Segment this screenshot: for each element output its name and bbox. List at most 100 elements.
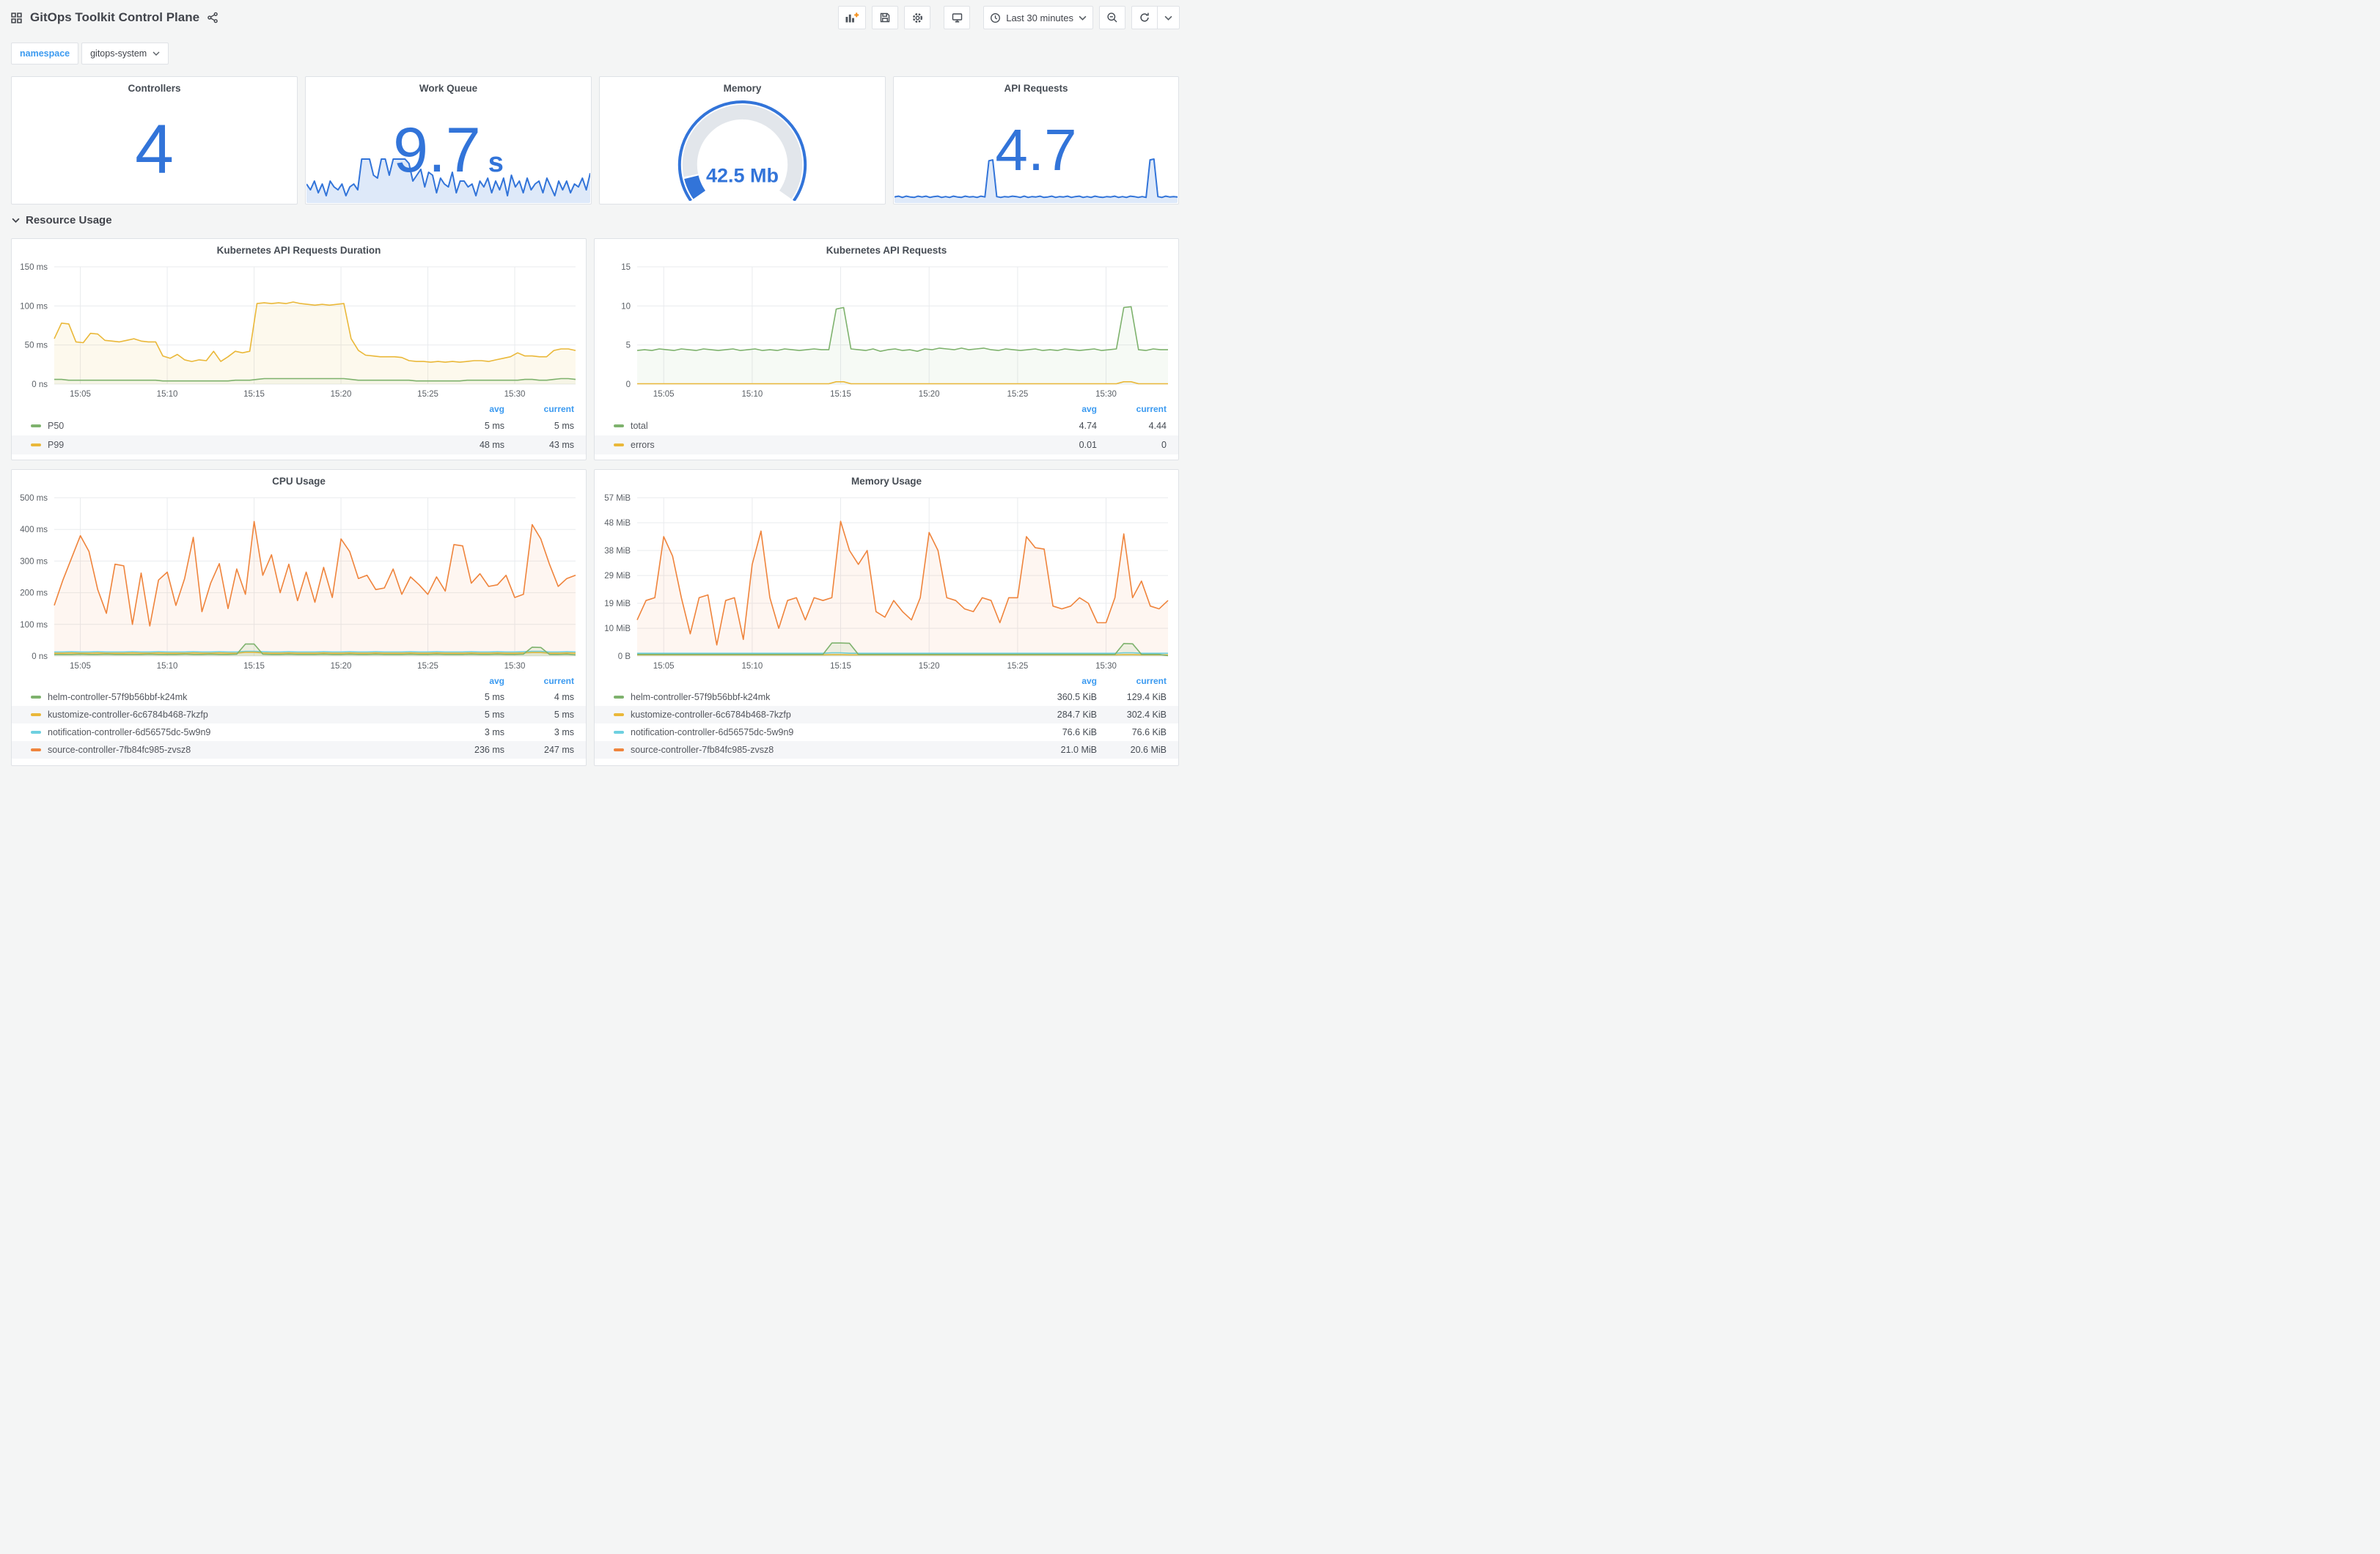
legend-col-avg[interactable]: avg <box>1027 404 1097 414</box>
svg-text:0 ns: 0 ns <box>32 380 48 389</box>
save-dashboard-button[interactable] <box>872 6 899 29</box>
legend: avg current helm-controller-57f9b56bbf-k24… <box>595 674 1178 759</box>
legend-current-value: 5 ms <box>554 421 574 431</box>
legend-series-name[interactable]: notification-controller-6d56575dc-5w9n9 <box>48 727 435 737</box>
panel-title[interactable]: CPU Usage <box>12 470 586 492</box>
section-title: Resource Usage <box>26 214 112 227</box>
legend-col-current[interactable]: current <box>1097 404 1167 414</box>
refresh-button-group <box>1131 6 1180 29</box>
legend-series-name[interactable]: kustomize-controller-6c6784b468-7kzfp <box>48 710 435 720</box>
panel-memory: Memory 42.5 Mb <box>599 76 886 205</box>
time-range-picker[interactable]: Last 30 minutes <box>983 6 1093 29</box>
svg-text:300 ms: 300 ms <box>20 557 48 566</box>
svg-text:15:10: 15:10 <box>157 390 178 399</box>
legend-series-name[interactable]: total <box>631 421 1027 431</box>
legend-series-name[interactable]: helm-controller-57f9b56bbf-k24mk <box>631 692 1027 702</box>
legend-current-value: 247 ms <box>544 745 574 755</box>
magnifier-minus-icon <box>1107 12 1117 23</box>
cpu-usage-chart[interactable]: 0 ns 100 ms 200 ms 300 ms 400 ms 500 ms 15:05 1… <box>12 492 586 672</box>
legend-series-name[interactable]: notification-controller-6d56575dc-5w9n9 <box>631 727 1027 737</box>
svg-text:150 ms: 150 ms <box>20 263 48 272</box>
svg-text:10: 10 <box>621 302 631 311</box>
legend-current-value: 129.4 KiB <box>1126 692 1167 702</box>
legend-series-name[interactable]: kustomize-controller-6c6784b468-7kzfp <box>631 710 1027 720</box>
panel-title[interactable]: Kubernetes API Requests <box>595 239 1178 261</box>
svg-text:15:10: 15:10 <box>742 662 763 671</box>
legend-series-name[interactable]: source-controller-7fb84fc985-zvsz8 <box>48 745 435 755</box>
legend-col-avg[interactable]: avg <box>1027 676 1097 686</box>
panel-title[interactable]: Memory Usage <box>595 470 1178 492</box>
svg-text:15:20: 15:20 <box>331 390 352 399</box>
legend: avg current helm-controller-57f9b56bbf-k24… <box>12 674 586 759</box>
legend-row: source-controller-7fb84fc985-zvsz8 236 ms… <box>12 741 586 759</box>
legend-col-avg[interactable]: avg <box>435 676 504 686</box>
svg-text:15:15: 15:15 <box>830 662 851 671</box>
legend-series-name[interactable]: source-controller-7fb84fc985-zvsz8 <box>631 745 1027 755</box>
legend-current-value: 5 ms <box>554 710 574 720</box>
memory-usage-chart[interactable]: 0 B 10 MiB 19 MiB 29 MiB 38 MiB 48 MiB 57 MiB 1… <box>595 492 1178 672</box>
legend-avg-value: 360.5 KiB <box>1057 692 1097 702</box>
gear-icon <box>912 12 922 23</box>
panel-title[interactable]: Kubernetes API Requests Duration <box>12 239 586 261</box>
row-resource-usage[interactable]: Resource Usage <box>12 214 112 227</box>
clock-icon <box>991 12 1001 23</box>
dashboard-settings-button[interactable] <box>904 6 931 29</box>
refresh-interval-dropdown[interactable] <box>1157 7 1179 29</box>
series-color-dash-icon <box>614 696 624 699</box>
svg-text:15:20: 15:20 <box>331 662 352 671</box>
panel-memory-usage: Memory Usage 0 B 10 MiB 19 MiB 29 MiB 38 MiB… <box>594 469 1179 766</box>
legend-avg-value: 76.6 KiB <box>1062 727 1097 737</box>
legend-current-value: 76.6 KiB <box>1131 727 1167 737</box>
svg-text:15:30: 15:30 <box>1095 390 1117 399</box>
svg-text:48 MiB: 48 MiB <box>604 519 631 528</box>
refresh-button[interactable] <box>1132 7 1157 29</box>
k8s-api-requests-chart[interactable]: 0 5 10 15 15:05 15:10 15:15 15:20 15:25 15:30 <box>595 261 1178 400</box>
svg-text:15:30: 15:30 <box>504 662 526 671</box>
legend-row: errors 0.01 0 <box>595 435 1178 454</box>
legend-col-current[interactable]: current <box>1097 676 1167 686</box>
k8s-api-duration-chart[interactable]: 0 ns 50 ms 100 ms 150 ms 15:05 15:10 15:15 15:2… <box>12 261 586 400</box>
chevron-down-icon <box>12 218 20 223</box>
legend-col-current[interactable]: current <box>504 404 574 414</box>
legend-row: total 4.74 4.44 <box>595 416 1178 435</box>
legend-current-value: 43 ms <box>548 440 574 450</box>
refresh-icon <box>1140 12 1149 22</box>
legend-row: P50 5 ms 5 ms <box>12 416 586 435</box>
legend-avg-value: 0.01 <box>1079 440 1097 450</box>
legend-series-name[interactable]: P50 <box>48 421 435 431</box>
panel-controllers: Controllers 4 <box>11 76 298 205</box>
svg-text:15:20: 15:20 <box>919 662 940 671</box>
svg-text:29 MiB: 29 MiB <box>604 572 631 581</box>
svg-text:5: 5 <box>626 342 631 350</box>
svg-text:15:05: 15:05 <box>653 390 675 399</box>
legend-series-name[interactable]: P99 <box>48 440 435 450</box>
legend-avg-value: 5 ms <box>484 692 504 702</box>
svg-text:0: 0 <box>626 380 631 389</box>
plus-icon <box>854 12 859 18</box>
legend-current-value: 3 ms <box>554 727 574 737</box>
stat-value: 4.7 <box>995 117 1077 183</box>
legend-row: notification-controller-6d56575dc-5w9n9 3… <box>12 723 586 741</box>
namespace-select[interactable]: gitops-system <box>81 43 169 65</box>
legend-series-name[interactable]: errors <box>631 440 1027 450</box>
series-color-dash-icon <box>31 731 41 734</box>
stat-unit: s <box>488 147 504 178</box>
add-panel-button[interactable] <box>838 6 867 29</box>
legend-row: helm-controller-57f9b56bbf-k24mk 360.5 Ki… <box>595 688 1178 706</box>
share-icon[interactable] <box>207 12 218 23</box>
panel-k8s-api-requests: Kubernetes API Requests 0 5 10 15 15:05 15:10… <box>594 238 1179 460</box>
cycle-view-button[interactable] <box>944 6 971 29</box>
legend-row: notification-controller-6d56575dc-5w9n9 7… <box>595 723 1178 741</box>
legend-col-current[interactable]: current <box>504 676 574 686</box>
svg-text:10 MiB: 10 MiB <box>604 625 631 633</box>
legend-series-name[interactable]: helm-controller-57f9b56bbf-k24mk <box>48 692 435 702</box>
chevron-down-icon <box>1079 15 1087 21</box>
svg-text:42.5 Mb: 42.5 Mb <box>706 165 779 187</box>
legend-avg-value: 3 ms <box>484 727 504 737</box>
legend-avg-value: 5 ms <box>484 421 504 431</box>
legend-row: P99 48 ms 43 ms <box>12 435 586 454</box>
zoom-out-button[interactable] <box>1099 6 1125 29</box>
series-color-dash-icon <box>31 696 41 699</box>
legend-col-avg[interactable]: avg <box>435 404 504 414</box>
series-color-dash-icon <box>31 748 41 751</box>
